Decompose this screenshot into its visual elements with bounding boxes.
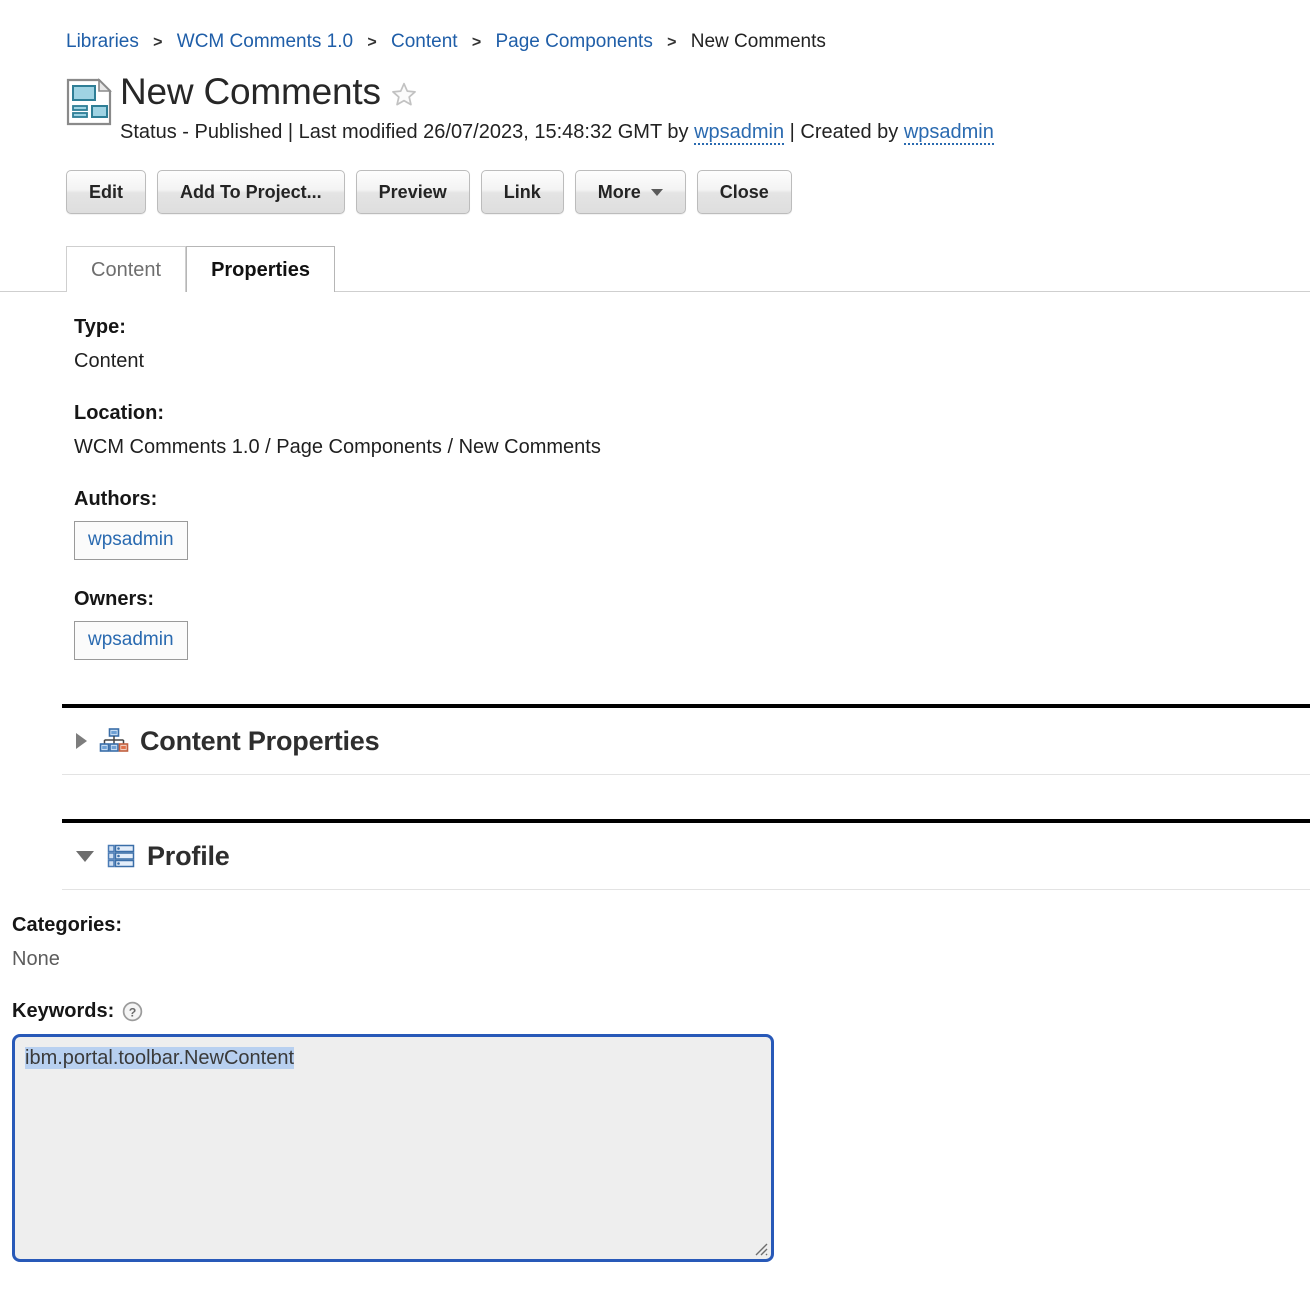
- type-label: Type:: [74, 314, 1290, 340]
- chevron-down-icon[interactable]: [76, 851, 94, 862]
- question-help-icon[interactable]: ?: [122, 1001, 143, 1022]
- modified-by-link[interactable]: wpsadmin: [694, 121, 784, 145]
- chevron-down-icon: [651, 189, 663, 196]
- breadcrumb-item-libraries[interactable]: Libraries: [66, 31, 139, 52]
- status-text: Status - Published | Last modified 26/07…: [120, 121, 694, 143]
- location-value: WCM Comments 1.0 / Page Components / New…: [74, 434, 1290, 460]
- field-owners: Owners: wpsadmin: [74, 586, 1290, 660]
- link-button[interactable]: Link: [481, 170, 564, 214]
- field-type: Type: Content: [74, 314, 1290, 374]
- add-to-project-button[interactable]: Add To Project...: [157, 170, 345, 214]
- status-text-middle: | Created by: [784, 121, 904, 143]
- keywords-label-row: Keywords: ?: [12, 998, 1290, 1024]
- created-by-link[interactable]: wpsadmin: [904, 121, 994, 145]
- keywords-label: Keywords:: [12, 998, 114, 1024]
- breadcrumb-item-page-components[interactable]: Page Components: [495, 31, 652, 52]
- link-button-label: Link: [504, 171, 541, 213]
- authors-label: Authors:: [74, 486, 1290, 512]
- status-line: Status - Published | Last modified 26/07…: [120, 119, 994, 146]
- star-outline-icon[interactable]: [391, 81, 417, 107]
- field-keywords: Keywords: ? ibm.portal.toolbar.NewConten…: [12, 998, 1290, 1262]
- breadcrumb-separator: >: [153, 34, 162, 51]
- owner-link[interactable]: wpsadmin: [88, 629, 174, 650]
- profile-body: Categories: None Keywords: ? ibm.portal.…: [0, 912, 1310, 1262]
- more-button-label: More: [598, 171, 641, 213]
- tab-bar: Content Properties: [0, 244, 1310, 292]
- categories-label: Categories:: [12, 912, 1290, 938]
- section-content-properties: Content Properties: [62, 704, 1310, 775]
- tab-properties[interactable]: Properties: [186, 246, 335, 292]
- page-title: New Comments: [120, 71, 381, 113]
- action-toolbar: Edit Add To Project... Preview Link More…: [0, 170, 1310, 214]
- location-label: Location:: [74, 400, 1290, 426]
- breadcrumb-separator: >: [667, 34, 676, 51]
- field-categories: Categories: None: [12, 912, 1290, 972]
- svg-text:?: ?: [129, 1005, 137, 1019]
- breadcrumb-item-content[interactable]: Content: [391, 31, 458, 52]
- profile-list-icon: [106, 841, 136, 871]
- type-value: Content: [74, 348, 1290, 374]
- author-chip[interactable]: wpsadmin: [74, 521, 188, 560]
- keywords-input[interactable]: ibm.portal.toolbar.NewContent: [12, 1034, 774, 1262]
- breadcrumb-item-wcm-comments[interactable]: WCM Comments 1.0: [177, 31, 353, 52]
- chevron-right-icon[interactable]: [76, 733, 87, 749]
- breadcrumb: Libraries > WCM Comments 1.0 > Content >…: [0, 0, 1310, 55]
- section-profile: Profile: [62, 819, 1310, 890]
- close-button-label: Close: [720, 171, 769, 213]
- section-content-properties-title: Content Properties: [140, 726, 379, 756]
- close-button[interactable]: Close: [697, 170, 792, 214]
- section-content-properties-header[interactable]: Content Properties: [62, 708, 1310, 774]
- resize-handle-icon[interactable]: [750, 1238, 768, 1256]
- owner-chip[interactable]: wpsadmin: [74, 621, 188, 660]
- preview-button-label: Preview: [379, 171, 447, 213]
- field-authors: Authors: wpsadmin: [74, 486, 1290, 560]
- edit-button[interactable]: Edit: [66, 170, 146, 214]
- edit-button-label: Edit: [89, 171, 123, 213]
- keywords-value: ibm.portal.toolbar.NewContent: [25, 1047, 294, 1069]
- hierarchy-icon: [99, 726, 129, 756]
- owners-label: Owners:: [74, 586, 1290, 612]
- author-link[interactable]: wpsadmin: [88, 529, 174, 550]
- more-button[interactable]: More: [575, 170, 686, 214]
- page-header: New Comments Status - Published | Last m…: [0, 71, 1310, 146]
- categories-value: None: [12, 946, 1290, 972]
- section-profile-header[interactable]: Profile: [62, 823, 1310, 889]
- properties-panel: Type: Content Location: WCM Comments 1.0…: [0, 314, 1310, 660]
- add-to-project-button-label: Add To Project...: [180, 171, 322, 213]
- preview-button[interactable]: Preview: [356, 170, 470, 214]
- breadcrumb-separator: >: [472, 34, 481, 51]
- tab-content[interactable]: Content: [66, 246, 186, 292]
- breadcrumb-item-current: New Comments: [691, 31, 826, 52]
- content-document-icon: [66, 78, 112, 126]
- field-location: Location: WCM Comments 1.0 / Page Compon…: [74, 400, 1290, 460]
- breadcrumb-separator: >: [367, 34, 376, 51]
- section-profile-title: Profile: [147, 841, 230, 871]
